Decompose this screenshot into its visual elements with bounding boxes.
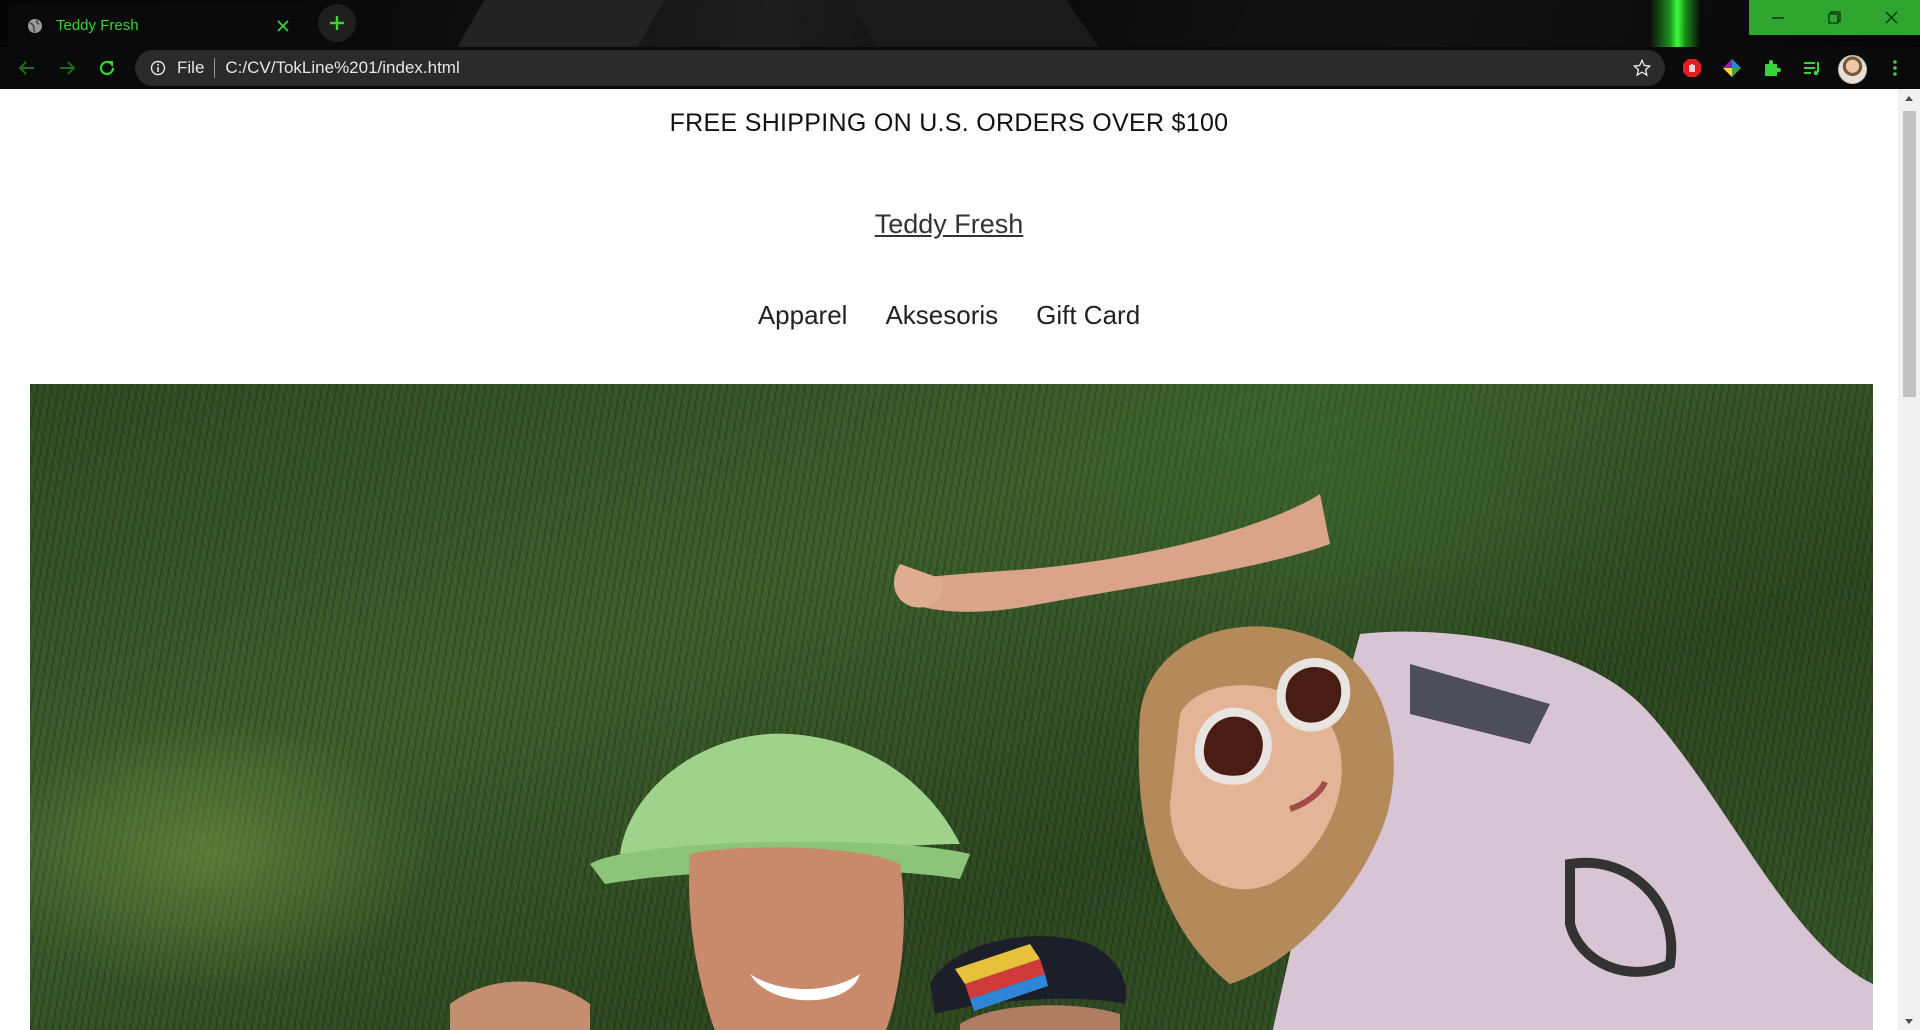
close-icon xyxy=(1885,11,1898,24)
browser-toolbar: File C:/CV/TokLine%201/index.html xyxy=(0,47,1920,89)
info-icon[interactable] xyxy=(149,59,167,77)
minimize-icon xyxy=(1771,16,1784,19)
decor-glow xyxy=(1650,0,1700,47)
minimize-button[interactable] xyxy=(1749,0,1806,35)
back-button[interactable] xyxy=(10,51,44,85)
adblock-extension[interactable] xyxy=(1677,53,1707,83)
color-picker-extension[interactable] xyxy=(1717,53,1747,83)
hero-image xyxy=(30,384,1873,1030)
hero-photo xyxy=(450,494,1873,1030)
decor-shard xyxy=(824,0,1116,47)
decor-shard xyxy=(444,0,676,47)
extensions-puzzle-icon xyxy=(1765,60,1781,76)
nav-item-aksesoris[interactable]: Aksesoris xyxy=(885,300,998,331)
page-viewport: FREE SHIPPING ON U.S. ORDERS OVER $100 T… xyxy=(0,89,1898,1030)
url-text[interactable]: C:/CV/TokLine%201/index.html xyxy=(225,58,1625,78)
adblock-icon xyxy=(1683,59,1701,77)
profile-avatar[interactable] xyxy=(1838,55,1867,84)
restore-icon xyxy=(1828,11,1841,24)
scroll-up-arrow[interactable] xyxy=(1898,89,1920,107)
brand-logo-link[interactable]: Teddy Fresh xyxy=(875,209,1024,239)
site-header: Teddy Fresh xyxy=(0,209,1898,240)
page-scrollbar[interactable] xyxy=(1898,89,1920,1030)
browser-menu-button[interactable] xyxy=(1880,53,1910,83)
extensions-button[interactable] xyxy=(1757,53,1787,83)
main-navigation: Apparel Aksesoris Gift Card xyxy=(0,300,1898,331)
reading-list-button[interactable] xyxy=(1797,53,1827,83)
announcement-bar: FREE SHIPPING ON U.S. ORDERS OVER $100 xyxy=(669,109,1229,137)
globe-icon xyxy=(26,17,44,35)
browser-tab[interactable]: Teddy Fresh xyxy=(8,4,308,47)
reload-icon xyxy=(99,60,115,76)
scrollbar-thumb[interactable] xyxy=(1903,111,1916,397)
nav-item-gift-card[interactable]: Gift Card xyxy=(1036,300,1140,331)
url-separator xyxy=(214,58,216,78)
reading-list-icon xyxy=(1804,62,1819,76)
back-arrow-icon xyxy=(18,61,34,75)
browser-title-bar: Teddy Fresh xyxy=(0,0,1920,47)
new-tab-button[interactable] xyxy=(318,4,356,42)
tab-close-icon[interactable] xyxy=(268,11,298,41)
color-picker-icon xyxy=(1723,59,1741,77)
decor-shard xyxy=(1216,0,1424,47)
url-scheme-label: File xyxy=(177,58,205,77)
address-bar[interactable]: File C:/CV/TokLine%201/index.html xyxy=(135,50,1665,86)
nav-item-apparel[interactable]: Apparel xyxy=(758,300,848,331)
forward-button[interactable] xyxy=(50,51,84,85)
tab-title: Teddy Fresh xyxy=(56,17,139,34)
forward-arrow-icon xyxy=(60,61,76,75)
window-close-button[interactable] xyxy=(1863,0,1920,35)
maximize-button[interactable] xyxy=(1806,0,1863,35)
plus-icon xyxy=(330,16,344,30)
reload-button[interactable] xyxy=(90,51,124,85)
scroll-down-arrow[interactable] xyxy=(1898,1012,1920,1030)
bookmark-star-icon[interactable] xyxy=(1625,51,1659,85)
menu-kebab-icon xyxy=(1893,60,1897,76)
